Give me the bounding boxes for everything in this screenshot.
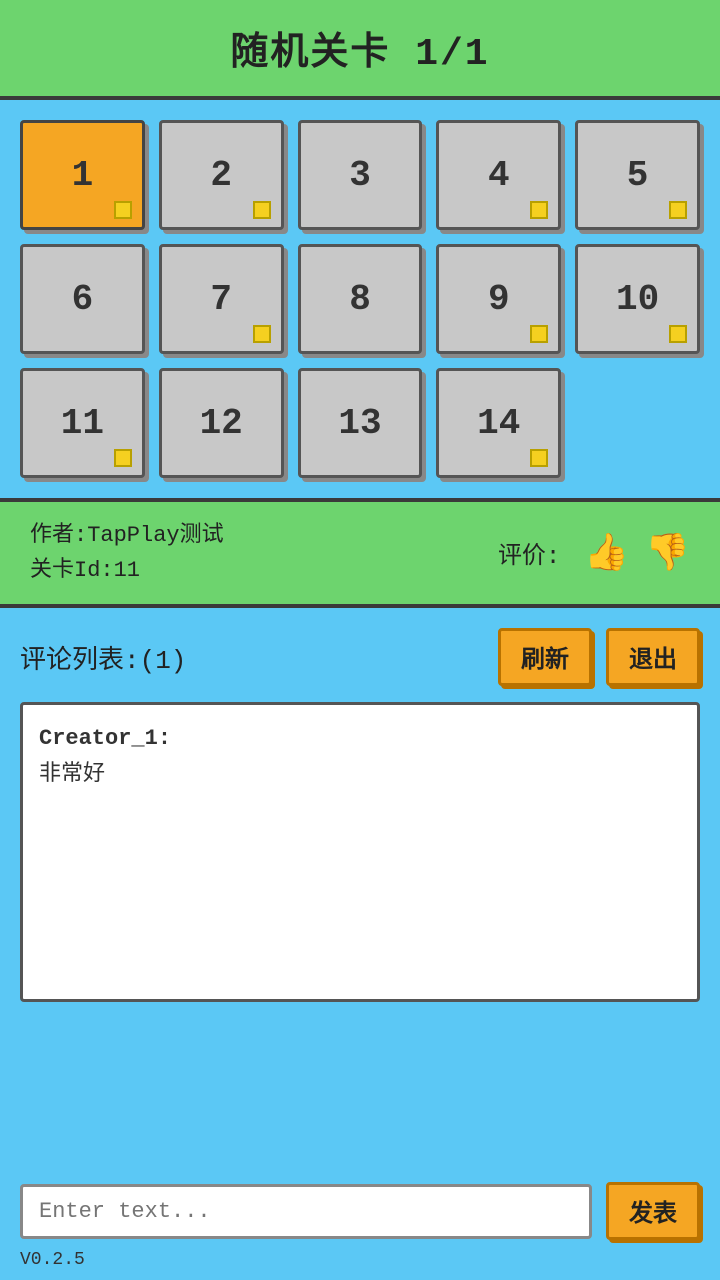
level-num-10: 10 — [616, 279, 659, 320]
level-num-3: 3 — [349, 155, 371, 196]
level-cell-13[interactable]: 13 — [298, 368, 423, 478]
level-cell-5[interactable]: 5 — [575, 120, 700, 230]
level-num-2: 2 — [210, 155, 232, 196]
level-num-4: 4 — [488, 155, 510, 196]
level-grid: 1234567891011121314 — [20, 120, 700, 478]
version-text: V0.2.5 — [20, 1250, 85, 1270]
level-num-6: 6 — [72, 279, 94, 320]
level-dot-1 — [114, 201, 132, 219]
header: 随机关卡 1/1 — [0, 0, 720, 100]
level-dot-7 — [253, 325, 271, 343]
level-dot-11 — [114, 449, 132, 467]
level-cell-12[interactable]: 12 — [159, 368, 284, 478]
level-cell-11[interactable]: 11 — [20, 368, 145, 478]
level-num-9: 9 — [488, 279, 510, 320]
info-right: 评价: 👍 👎 — [498, 531, 690, 575]
info-bar: 作者:TapPlay测试 关卡Id:11 评价: 👍 👎 — [0, 502, 720, 608]
text-input[interactable] — [20, 1184, 592, 1239]
level-cell-14[interactable]: 14 — [436, 368, 561, 478]
rating-label: 评价: — [498, 535, 560, 571]
exit-button[interactable]: 退出 — [606, 628, 700, 686]
level-num-11: 11 — [61, 403, 104, 444]
level-dot-2 — [253, 201, 271, 219]
comments-box: Creator_1:非常好 — [20, 702, 700, 1002]
level-num-12: 12 — [200, 403, 243, 444]
level-num-13: 13 — [338, 403, 381, 444]
level-cell-2[interactable]: 2 — [159, 120, 284, 230]
level-cell-7[interactable]: 7 — [159, 244, 284, 354]
comments-title: 评论列表:(1) — [20, 639, 186, 676]
level-num-5: 5 — [627, 155, 649, 196]
post-button[interactable]: 发表 — [606, 1182, 700, 1240]
level-num-1: 1 — [72, 155, 94, 196]
level-id-label: 关卡Id:11 — [30, 553, 224, 588]
comment-text: 非常好 — [39, 757, 681, 792]
info-left: 作者:TapPlay测试 关卡Id:11 — [30, 518, 224, 588]
level-dot-5 — [669, 201, 687, 219]
level-dot-9 — [530, 325, 548, 343]
level-cell-3[interactable]: 3 — [298, 120, 423, 230]
level-cell-9[interactable]: 9 — [436, 244, 561, 354]
thumb-up-icon[interactable]: 👍 — [584, 531, 629, 575]
level-num-7: 7 — [210, 279, 232, 320]
level-cell-1[interactable]: 1 — [20, 120, 145, 230]
level-dot-14 — [530, 449, 548, 467]
level-cell-4[interactable]: 4 — [436, 120, 561, 230]
level-num-8: 8 — [349, 279, 371, 320]
bottom-bar: 发表 V0.2.5 — [0, 1168, 720, 1280]
comment-author: Creator_1: — [39, 721, 681, 756]
thumb-down-icon[interactable]: 👎 — [645, 531, 690, 575]
level-dot-4 — [530, 201, 548, 219]
level-dot-10 — [669, 325, 687, 343]
refresh-button[interactable]: 刷新 — [498, 628, 592, 686]
comments-section: 评论列表:(1) 刷新 退出 Creator_1:非常好 — [0, 608, 720, 1012]
level-cell-6[interactable]: 6 — [20, 244, 145, 354]
level-grid-section: 1234567891011121314 — [0, 100, 720, 502]
author-label: 作者:TapPlay测试 — [30, 518, 224, 553]
level-cell-8[interactable]: 8 — [298, 244, 423, 354]
page-title: 随机关卡 1/1 — [230, 20, 489, 76]
level-cell-10[interactable]: 10 — [575, 244, 700, 354]
comment-entry: Creator_1:非常好 — [39, 721, 681, 791]
comments-header: 评论列表:(1) 刷新 退出 — [20, 628, 700, 686]
level-num-14: 14 — [477, 403, 520, 444]
